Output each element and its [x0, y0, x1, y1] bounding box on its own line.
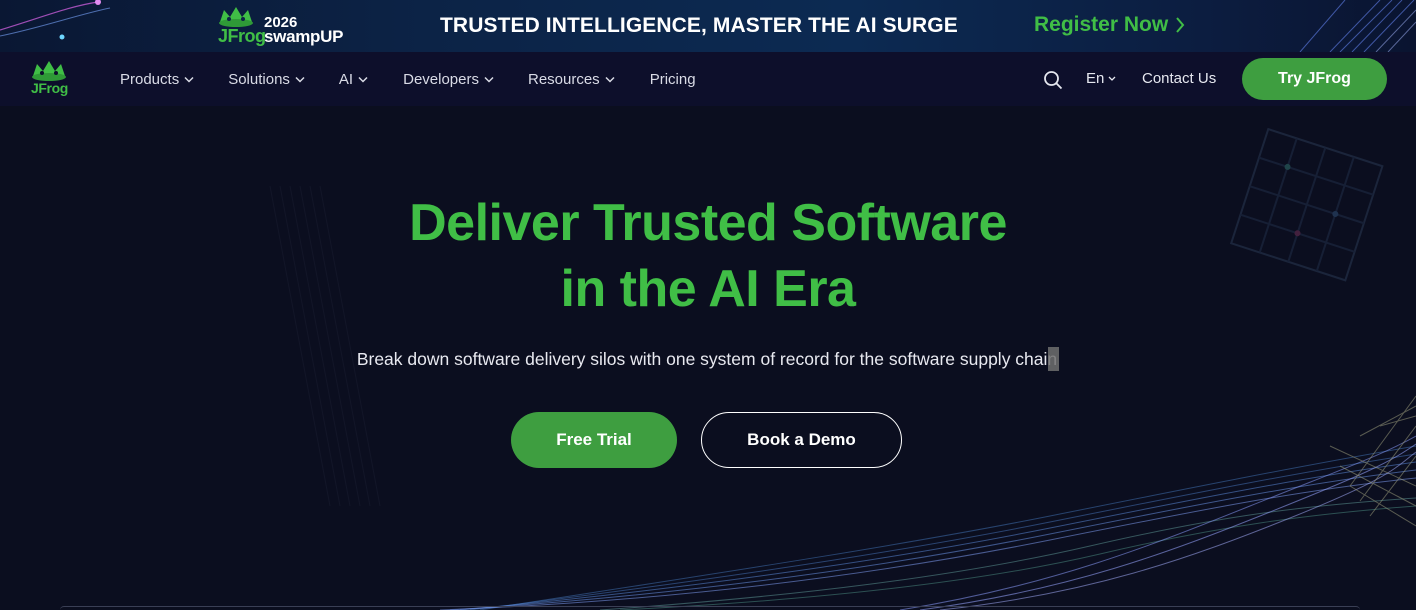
logo-text: JFrog	[31, 80, 68, 96]
hero-subtitle-text: Break down software delivery silos with …	[356, 349, 1058, 369]
nav-item-label: Developers	[403, 70, 479, 88]
main-navigation: JFrog Products Solutions AI Developers R…	[0, 52, 1416, 106]
hero-title-line-2: in the AI Era	[560, 260, 856, 318]
nav-item-resources[interactable]: Resources	[528, 71, 615, 88]
try-jfrog-button[interactable]: Try JFrog	[1242, 58, 1387, 100]
jfrog-logo[interactable]: JFrog	[27, 58, 71, 102]
nav-item-label: Resources	[527, 70, 600, 88]
contact-us-link[interactable]: Contact Us	[1142, 70, 1216, 87]
nav-item-products[interactable]: Products	[120, 71, 194, 88]
chevron-right-icon	[1176, 17, 1185, 33]
frog-crown-icon	[219, 7, 253, 27]
nav-item-label: AI	[338, 70, 354, 88]
free-trial-button[interactable]: Free Trial	[511, 412, 677, 468]
language-label: En	[1086, 70, 1105, 87]
nav-item-label: Solutions	[228, 70, 290, 88]
chevron-down-icon	[184, 76, 194, 83]
frog-crown-icon	[32, 61, 66, 81]
section-divider	[60, 606, 1360, 610]
search-icon[interactable]	[1043, 70, 1063, 90]
nav-item-label: Products	[120, 70, 180, 88]
nav-item-pricing[interactable]: Pricing	[650, 71, 696, 88]
nav-item-solutions[interactable]: Solutions	[228, 71, 305, 88]
hero-title: Deliver Trusted Software in the AI Era	[0, 190, 1416, 322]
book-a-demo-button[interactable]: Book a Demo	[701, 412, 902, 468]
swampup-logo[interactable]: JFrog 2026 swampUP	[214, 4, 344, 48]
promo-banner[interactable]: JFrog 2026 swampUP TRUSTED INTELLIGENCE,…	[0, 0, 1416, 52]
nav-item-label: Pricing	[649, 70, 696, 88]
promo-brand-text: JFrog	[218, 26, 266, 46]
event-name: swampUP	[264, 27, 344, 46]
hero-subtitle: Break down software delivery silos with …	[0, 347, 1416, 371]
chevron-down-icon	[295, 76, 305, 83]
chevron-down-icon	[605, 76, 615, 83]
text-cursor	[1048, 347, 1060, 371]
nav-item-developers[interactable]: Developers	[403, 71, 494, 88]
hero-section: Deliver Trusted Software in the AI Era B…	[0, 106, 1416, 610]
register-now-label: Register Now	[1034, 13, 1169, 36]
register-now-link[interactable]: Register Now	[1034, 13, 1186, 37]
nav-menu: Products Solutions AI Developers Resourc…	[120, 52, 696, 106]
chevron-down-icon	[358, 76, 368, 83]
chevron-down-icon	[484, 76, 494, 83]
hero-title-line-1: Deliver Trusted Software	[409, 194, 1007, 252]
banner-headline: TRUSTED INTELLIGENCE, MASTER THE AI SURG…	[440, 14, 958, 37]
nav-item-ai[interactable]: AI	[339, 71, 368, 88]
chevron-down-icon	[1108, 76, 1116, 81]
language-selector[interactable]: En	[1086, 70, 1116, 87]
